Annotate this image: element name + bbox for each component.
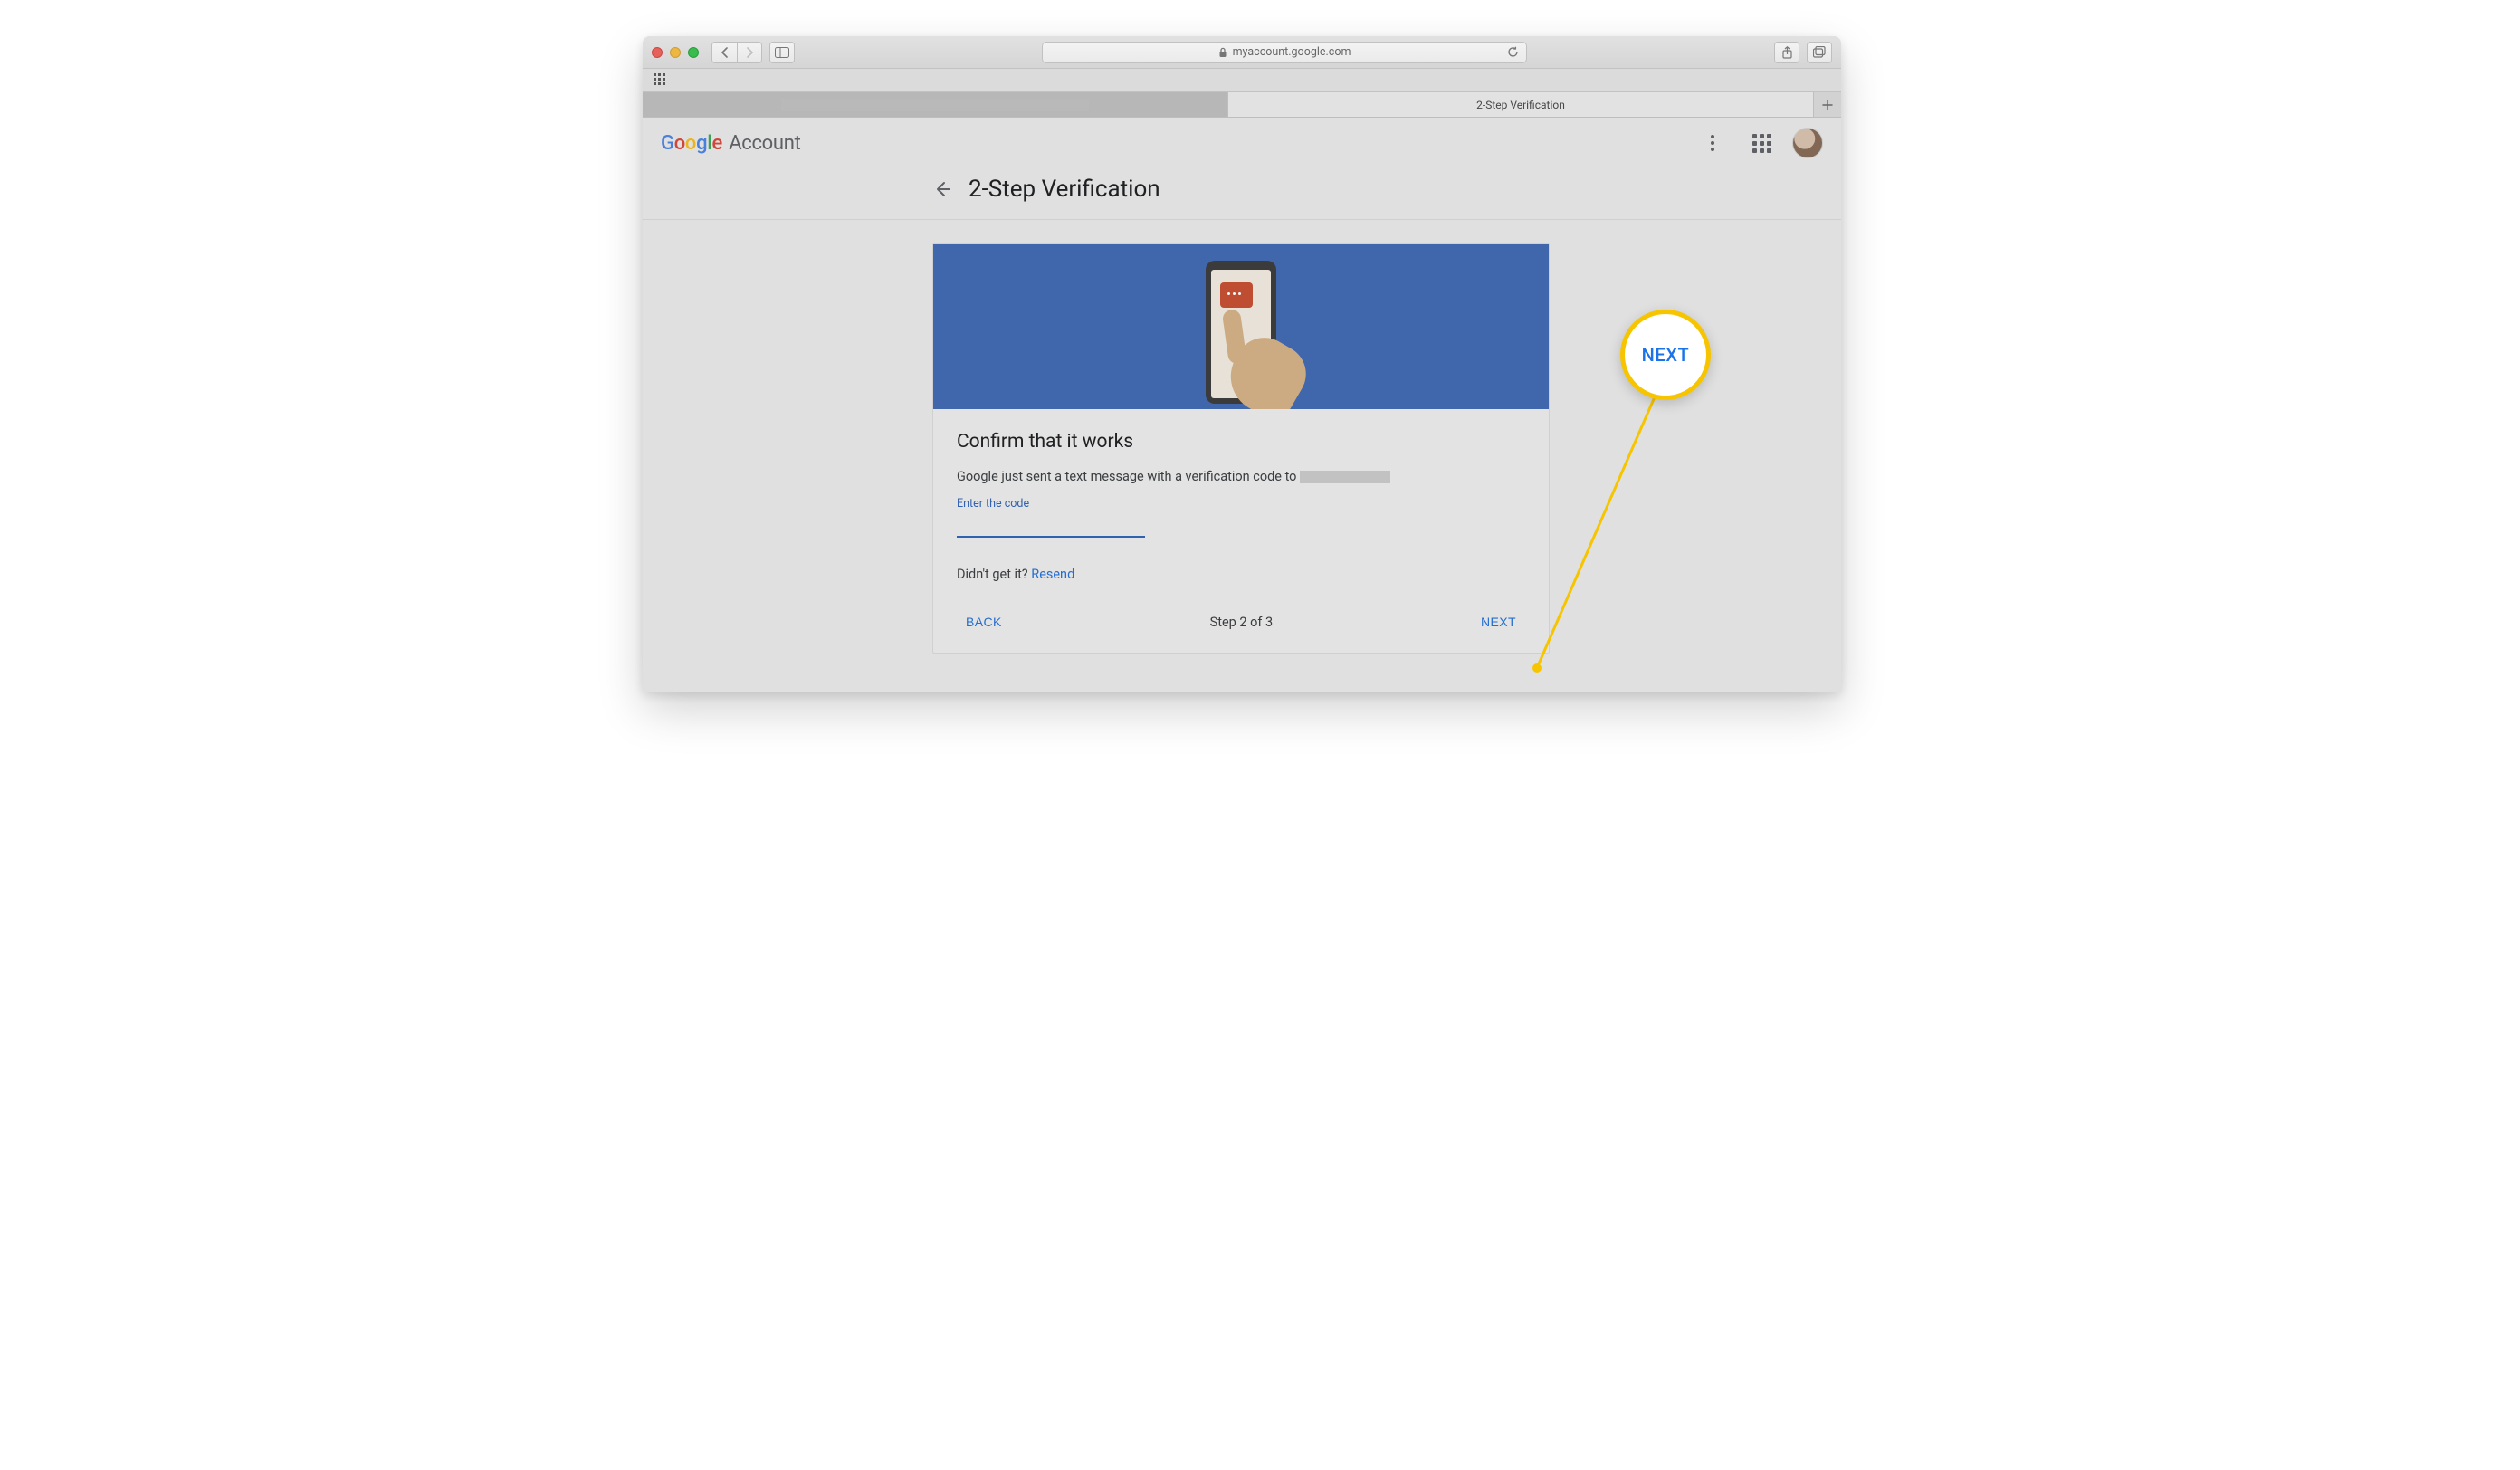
- next-button[interactable]: NEXT: [1472, 607, 1525, 636]
- tab-2-step-verification[interactable]: 2-Step Verification: [1228, 92, 1814, 117]
- tab-1[interactable]: [643, 92, 1228, 117]
- nav-forward-button[interactable]: [737, 42, 762, 63]
- close-window-button[interactable]: [652, 47, 663, 58]
- address-bar[interactable]: myaccount.google.com: [1042, 42, 1527, 63]
- more-options-button[interactable]: [1694, 125, 1731, 161]
- google-account-logo: Google Account: [661, 132, 801, 155]
- nav-back-forward: [711, 42, 762, 63]
- redacted-tab-title: [781, 99, 1089, 111]
- lock-icon: [1218, 47, 1227, 58]
- google-apps-button[interactable]: [1743, 125, 1780, 161]
- apps-grid-icon[interactable]: [654, 73, 668, 88]
- card-heading: Confirm that it works: [957, 431, 1525, 453]
- resend-row: Didn't get it? Resend: [957, 567, 1525, 582]
- tabs-overview-button[interactable]: [1807, 42, 1832, 63]
- sms-bubble-icon: [1220, 282, 1253, 308]
- kebab-icon: [1711, 135, 1714, 151]
- favorites-bar: [643, 69, 1841, 92]
- back-arrow-button[interactable]: [932, 179, 952, 199]
- share-button[interactable]: [1774, 42, 1799, 63]
- titlebar: myaccount.google.com: [643, 36, 1841, 69]
- minimize-window-button[interactable]: [670, 47, 681, 58]
- resend-prefix: Didn't get it?: [957, 567, 1031, 582]
- verification-card: Confirm that it works Google just sent a…: [932, 243, 1550, 654]
- card-description-text: Google just sent a text message with a v…: [957, 469, 1296, 484]
- hero-illustration: [933, 244, 1549, 409]
- hand-illustration: [1213, 313, 1322, 409]
- page-title: 2-Step Verification: [969, 176, 1160, 203]
- redacted-phone-number: [1300, 471, 1390, 483]
- card-footer: BACK Step 2 of 3 NEXT: [933, 591, 1549, 653]
- new-tab-button[interactable]: [1814, 92, 1841, 117]
- annotation-callout-label: NEXT: [1642, 344, 1690, 366]
- account-header: Google Account: [643, 118, 1841, 168]
- step-indicator: Step 2 of 3: [1210, 615, 1274, 630]
- sidebar-toggle-button[interactable]: [769, 42, 795, 63]
- annotation-callout-next: NEXT: [1620, 310, 1711, 400]
- tab-strip: 2-Step Verification: [643, 92, 1841, 118]
- address-bar-text: myaccount.google.com: [1233, 45, 1351, 59]
- code-input[interactable]: [957, 512, 1145, 538]
- code-input-label: Enter the code: [957, 497, 1525, 511]
- back-button[interactable]: BACK: [957, 607, 1011, 636]
- page-subheader: 2-Step Verification: [643, 168, 1841, 220]
- zoom-window-button[interactable]: [688, 47, 699, 58]
- nav-back-button[interactable]: [711, 42, 737, 63]
- tab-label: 2-Step Verification: [1476, 99, 1565, 111]
- page-content: Google Account 2-Step Verification: [643, 118, 1841, 692]
- card-description: Google just sent a text message with a v…: [957, 469, 1525, 484]
- window-controls: [652, 47, 699, 58]
- resend-link[interactable]: Resend: [1031, 567, 1074, 582]
- apps-grid-icon: [1752, 134, 1771, 153]
- reload-button[interactable]: [1507, 46, 1519, 58]
- account-avatar[interactable]: [1792, 128, 1823, 158]
